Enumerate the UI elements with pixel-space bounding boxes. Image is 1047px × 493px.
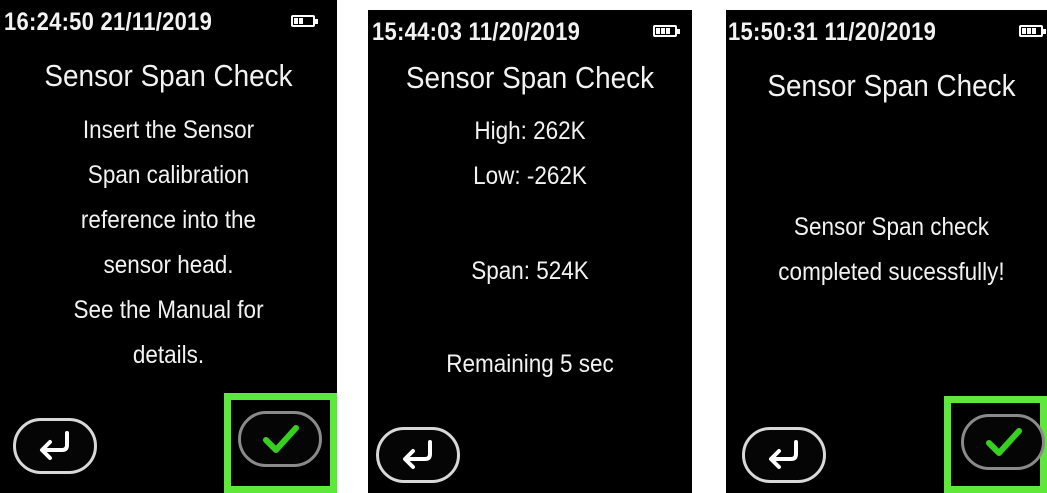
battery-icon [653,25,680,37]
instruction-line: See the Manual for [73,296,264,324]
checkmark-icon [263,425,299,453]
instruction-line: reference into the [80,206,257,234]
completion-message: Sensor Span check [793,213,990,241]
battery-icon [1019,25,1046,37]
device-screen-check-complete: 15:50:31 11/20/2019 Sensor Span Check Se… [726,10,1047,493]
back-button[interactable] [742,427,826,483]
countdown-text: Remaining 5 sec [446,350,614,378]
instruction-line: sensor head. [103,251,234,279]
completion-message: completed sucessfully! [778,258,1005,286]
back-button[interactable] [13,418,97,474]
status-bar: 15:44:03 11/20/2019 [368,10,692,54]
instruction-line: Span calibration [87,161,250,189]
confirm-button[interactable] [961,414,1045,470]
clock-datetime: 16:24:50 21/11/2019 [4,8,213,36]
battery-icon [291,15,318,27]
device-screen-span-measurement: 15:44:03 11/20/2019 Sensor Span Check Hi… [368,10,692,493]
status-bar: 16:24:50 21/11/2019 [0,0,337,44]
return-arrow-icon [403,440,432,469]
screen-title: Sensor Span Check [44,58,293,93]
instruction-line: Insert the Sensor [82,116,255,144]
clock-datetime: 15:50:31 11/20/2019 [728,18,937,46]
screen-title: Sensor Span Check [767,68,1016,103]
checkmark-icon [986,428,1022,456]
return-arrow-icon [40,431,69,460]
confirm-button[interactable] [238,411,322,467]
clock-datetime: 15:44:03 11/20/2019 [372,18,581,46]
return-arrow-icon [769,440,798,469]
low-reading: Low: -262K [473,162,587,190]
back-button[interactable] [376,427,460,483]
instruction-line: details. [132,341,205,369]
span-reading: Span: 524K [471,257,589,285]
screen-title: Sensor Span Check [405,60,655,95]
device-screen-insert-reference: 16:24:50 21/11/2019 Sensor Span Check In… [0,0,337,493]
high-reading: High: 262K [474,117,586,145]
status-bar: 15:50:31 11/20/2019 [726,10,1047,54]
